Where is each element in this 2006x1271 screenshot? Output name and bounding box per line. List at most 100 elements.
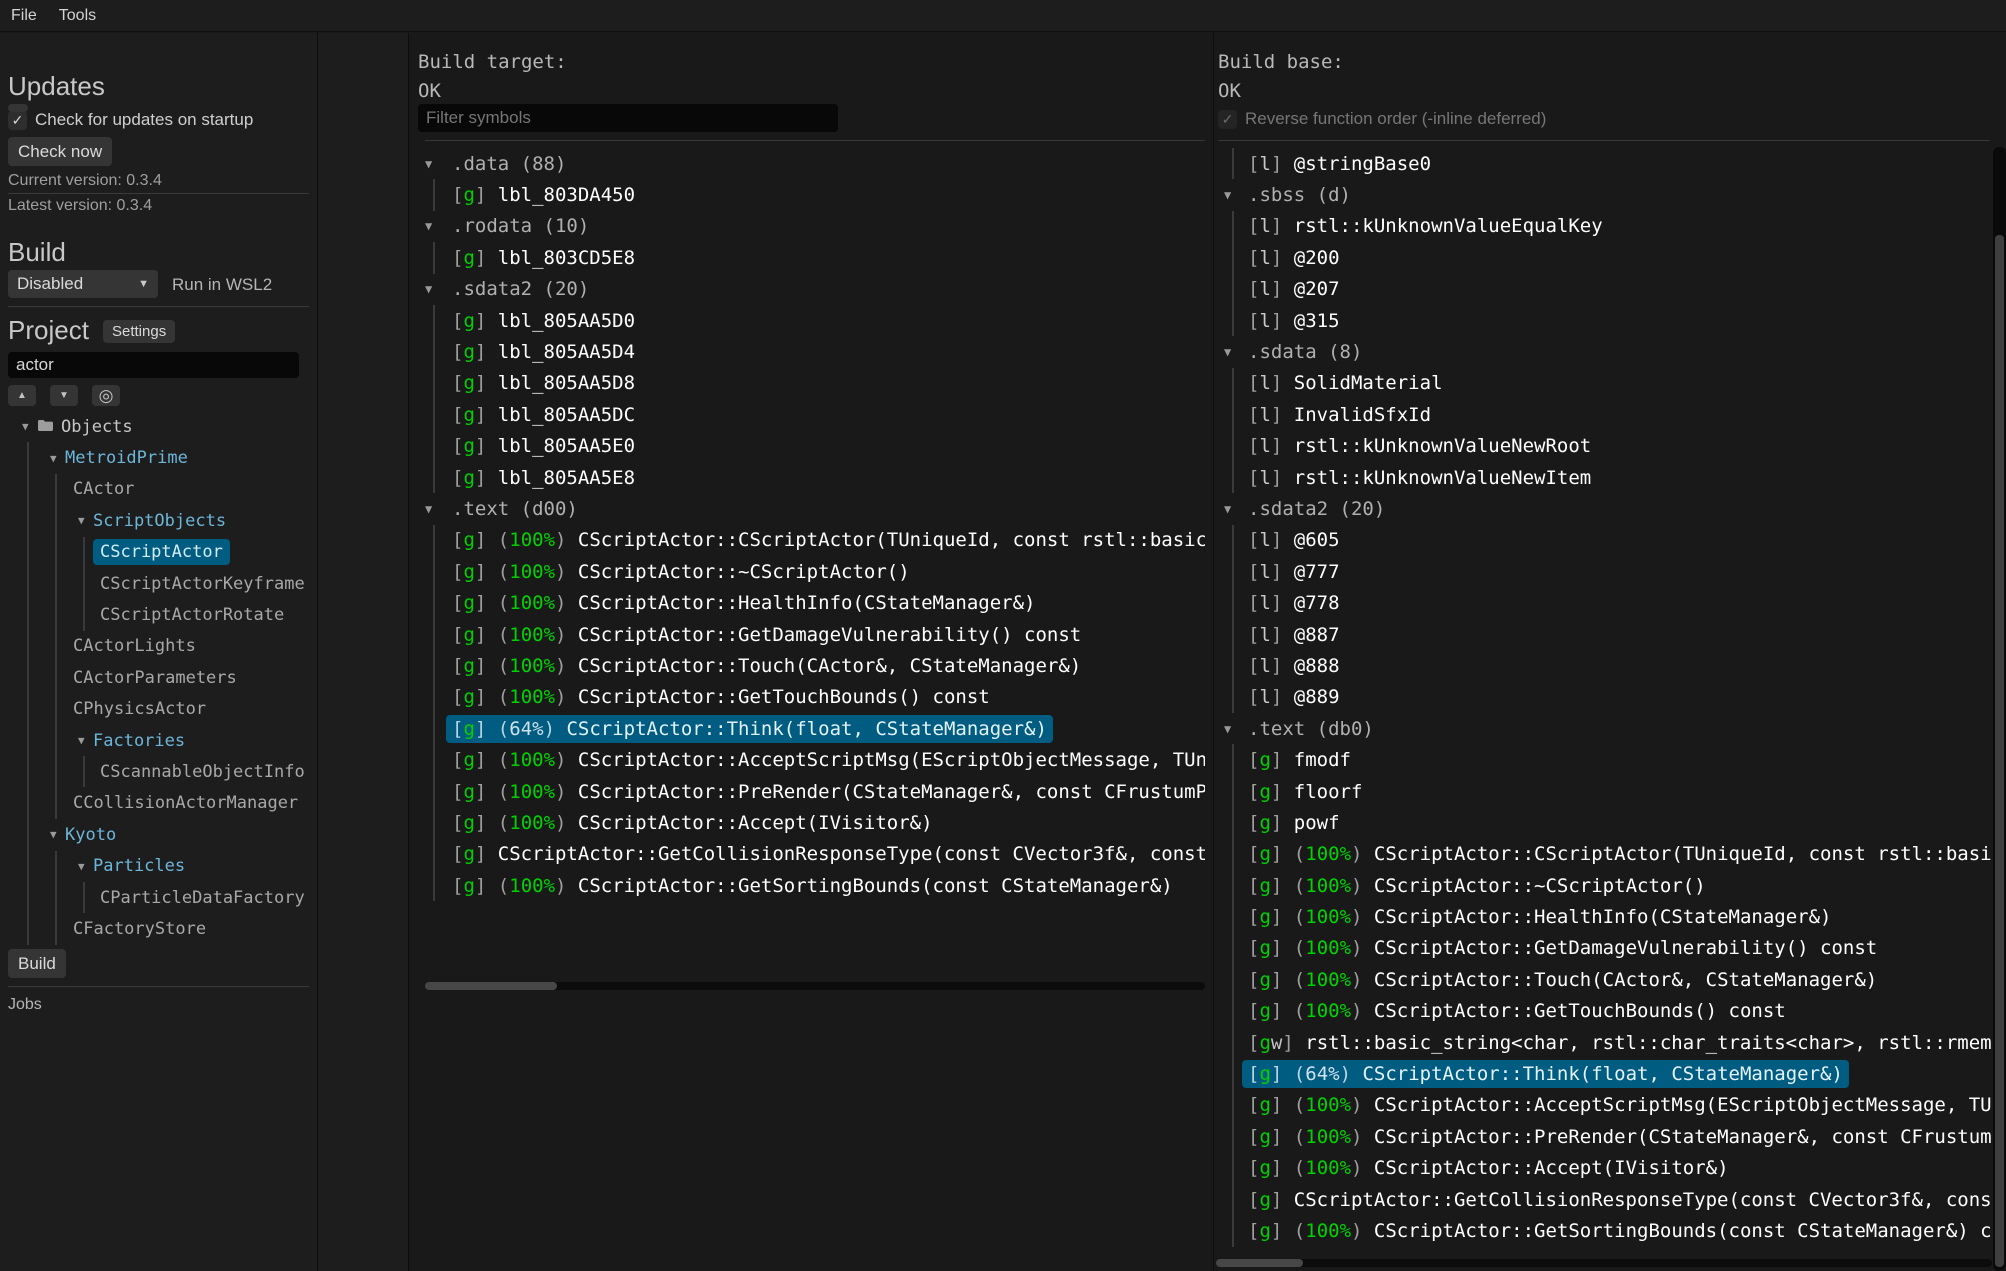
symbol-row[interactable]: [g] (100%) CScriptActor::HealthInfo(CSta…	[1213, 901, 1992, 932]
tree-item-Objects[interactable]: ▼Objects	[0, 411, 316, 442]
symbol-row[interactable]: [g] (100%) CScriptActor::Accept(IVisitor…	[1213, 1153, 1992, 1184]
section-row-.sdata[interactable]: ▼.sdata (8)	[1213, 336, 1992, 367]
tree-item-CParticleDataFactory[interactable]: CParticleDataFactory	[0, 882, 316, 913]
tree-item-CPhysicsActor[interactable]: CPhysicsActor	[0, 694, 316, 725]
symbol-row[interactable]: [g] (100%) CScriptActor::Touch(CActor&, …	[1213, 964, 1992, 995]
build-button[interactable]: Build	[8, 949, 66, 978]
symbol-name: CScriptActor::AcceptScriptMsg(EScriptObj…	[1374, 1094, 1992, 1116]
reverse-order-label: Reverse function order (-inline deferred…	[1245, 109, 1546, 129]
base-hscrollbar-thumb[interactable]	[1216, 1259, 1303, 1267]
locate-current-button[interactable]: ◎	[92, 385, 120, 406]
build-mode-dropdown[interactable]: Disabled ▼	[8, 270, 158, 298]
symbol-name: CScriptActor::PreRender(CStateManager&, …	[1374, 1126, 1992, 1148]
symbol-row[interactable]: [l] rstl::kUnknownValueNewItem	[1213, 462, 1992, 493]
symbol-row[interactable]: [l] rstl::kUnknownValueEqualKey	[1213, 211, 1992, 242]
project-settings-button[interactable]: Settings	[103, 320, 175, 343]
symbol-row[interactable]: [l] @315	[1213, 305, 1992, 336]
filter-symbols-input[interactable]	[418, 104, 838, 132]
symbol-row[interactable]: [l] @605	[1213, 525, 1992, 556]
tree-item-CActorLights[interactable]: CActorLights	[0, 631, 316, 662]
symbol-row[interactable]: [g] lbl_805AA5DC	[408, 399, 1205, 430]
symbol-row[interactable]: [g] lbl_805AA5D0	[408, 305, 1205, 336]
symbol-row[interactable]: [gw] rstl::basic_string<char, rstl::char…	[1213, 1027, 1992, 1058]
symbol-row[interactable]: [l] @888	[1213, 650, 1992, 681]
symbol-row[interactable]: [g] (100%) CScriptActor::GetSortingBound…	[408, 870, 1205, 901]
symbol-row[interactable]: [g] (100%) CScriptActor::GetDamageVulner…	[408, 619, 1205, 650]
tree-item-CActor[interactable]: CActor	[0, 474, 316, 505]
symbol-row[interactable]: [g] (100%) CScriptActor::PreRender(CStat…	[1213, 1121, 1992, 1152]
symbol-row[interactable]: [l] SolidMaterial	[1213, 368, 1992, 399]
symbol-row[interactable]: [l] @778	[1213, 587, 1992, 618]
symbol-row[interactable]: [g] lbl_805AA5E0	[408, 431, 1205, 462]
symbol-row[interactable]: [l] @889	[1213, 682, 1992, 713]
symbol-row[interactable]: [g] (100%) CScriptActor::Touch(CActor&, …	[408, 650, 1205, 681]
base-hscrollbar-track[interactable]	[1216, 1259, 1992, 1267]
target-hscrollbar-thumb[interactable]	[425, 982, 557, 990]
prev-match-button[interactable]: ▲	[8, 385, 36, 406]
tree-item-ScriptObjects[interactable]: ▼ScriptObjects	[0, 505, 316, 536]
tree-item-Particles[interactable]: ▼Particles	[0, 850, 316, 881]
symbol-row[interactable]: [g] CScriptActor::GetCollisionResponseTy…	[1213, 1184, 1992, 1215]
next-match-button[interactable]: ▼	[50, 385, 78, 406]
symbol-row[interactable]: [g] (100%) CScriptActor::GetSortingBound…	[1213, 1215, 1992, 1246]
symbol-row[interactable]: [g] (100%) CScriptActor::PreRender(CStat…	[408, 776, 1205, 807]
section-row-.rodata[interactable]: ▼.rodata (10)	[408, 211, 1205, 242]
symbol-row[interactable]: [l] @207	[1213, 274, 1992, 305]
symbol-row[interactable]: [g] lbl_805AA5D4	[408, 336, 1205, 367]
check-now-button[interactable]: Check now	[8, 137, 112, 166]
tree-item-MetroidPrime[interactable]: ▼MetroidPrime	[0, 442, 316, 473]
section-row-.sdata2[interactable]: ▼.sdata2 (20)	[1213, 493, 1992, 524]
symbol-row[interactable]: [g] lbl_805AA5E8	[408, 462, 1205, 493]
build-target-label: Build target:	[418, 51, 567, 73]
symbol-row[interactable]: [l] @stringBase0	[1213, 148, 1992, 179]
symbol-row[interactable]: [g] (100%) CScriptActor::HealthInfo(CSta…	[408, 587, 1205, 618]
symbol-row[interactable]: [g] (100%) CScriptActor::~CScriptActor()	[408, 556, 1205, 587]
tree-item-CScriptActorKeyframe[interactable]: CScriptActorKeyframe	[0, 568, 316, 599]
symbol-row[interactable]: [g] fmodf	[1213, 744, 1992, 775]
section-row-.text[interactable]: ▼.text (db0)	[1213, 713, 1992, 744]
section-row-.data[interactable]: ▼.data (88)	[408, 148, 1205, 179]
tree-item-Factories[interactable]: ▼Factories	[0, 725, 316, 756]
tree-item-CCollisionActorManager[interactable]: CCollisionActorManager	[0, 788, 316, 819]
symbol-row[interactable]: [g] (100%) CScriptActor::CScriptActor(TU…	[1213, 839, 1992, 870]
symbol-row[interactable]: [l] @887	[1213, 619, 1992, 650]
symbol-row[interactable]: [g] CScriptActor::GetCollisionResponseTy…	[408, 839, 1205, 870]
reverse-order-checkbox[interactable]: ✓ Reverse function order (-inline deferr…	[1218, 109, 1546, 129]
symbol-row[interactable]: [g] (100%) CScriptActor::CScriptActor(TU…	[408, 525, 1205, 556]
symbol-row[interactable]: [g] floorf	[1213, 776, 1992, 807]
checkbox-checked-icon[interactable]: ✓	[8, 111, 27, 130]
tree-item-Kyoto[interactable]: ▼Kyoto	[0, 819, 316, 850]
symbol-row[interactable]: [g] (100%) CScriptActor::~CScriptActor()	[1213, 870, 1992, 901]
symbol-row[interactable]: [g] (100%) CScriptActor::GetDamageVulner…	[1213, 933, 1992, 964]
project-search-input[interactable]	[8, 352, 299, 378]
symbol-row[interactable]: [g] lbl_803CD5E8	[408, 242, 1205, 273]
symbol-row[interactable]: [g] (64%) CScriptActor::Think(float, CSt…	[1213, 1058, 1992, 1089]
symbol-row[interactable]: [g] lbl_803DA450	[408, 179, 1205, 210]
symbol-row[interactable]: [g] (100%) CScriptActor::GetTouchBounds(…	[1213, 996, 1992, 1027]
symbol-row[interactable]: [l] rstl::kUnknownValueNewRoot	[1213, 431, 1992, 462]
symbol-row[interactable]: [g] (100%) CScriptActor::Accept(IVisitor…	[408, 807, 1205, 838]
symbol-row[interactable]: [l] InvalidSfxId	[1213, 399, 1992, 430]
tree-item-CScannableObjectInfo[interactable]: CScannableObjectInfo	[0, 756, 316, 787]
tree-item-CScriptActor[interactable]: CScriptActor	[0, 537, 316, 568]
symbol-row[interactable]: [l] @777	[1213, 556, 1992, 587]
symbol-row[interactable]: [g] (100%) CScriptActor::AcceptScriptMsg…	[408, 744, 1205, 775]
updates-startup-checkbox[interactable]: ✓ Check for updates on startup	[8, 110, 253, 130]
symbol-row[interactable]: [g] lbl_805AA5D8	[408, 368, 1205, 399]
symbol-row[interactable]: [g] powf	[1213, 807, 1992, 838]
tree-item-CActorParameters[interactable]: CActorParameters	[0, 662, 316, 693]
tree-item-CScriptActorRotate[interactable]: CScriptActorRotate	[0, 599, 316, 630]
section-row-.text[interactable]: ▼.text (d00)	[408, 493, 1205, 524]
symbol-name: rstl::kUnknownValueNewRoot	[1294, 435, 1591, 457]
section-row-.sdata2[interactable]: ▼.sdata2 (20)	[408, 274, 1205, 305]
symbol-row[interactable]: [g] (100%) CScriptActor::AcceptScriptMsg…	[1213, 1090, 1992, 1121]
section-row-.sbss[interactable]: ▼.sbss (d)	[1213, 179, 1992, 210]
menu-tools[interactable]: Tools	[48, 0, 107, 31]
symbol-row[interactable]: [l] @200	[1213, 242, 1992, 273]
symbol-row[interactable]: [g] (100%) CScriptActor::GetTouchBounds(…	[408, 682, 1205, 713]
symbol-row[interactable]: [g] (64%) CScriptActor::Think(float, CSt…	[408, 713, 1205, 744]
menu-file[interactable]: File	[0, 0, 48, 31]
base-vscrollbar-thumb[interactable]	[1995, 235, 2004, 1267]
symbol-flag: g	[463, 812, 474, 834]
tree-item-CFactoryStore[interactable]: CFactoryStore	[0, 913, 316, 944]
